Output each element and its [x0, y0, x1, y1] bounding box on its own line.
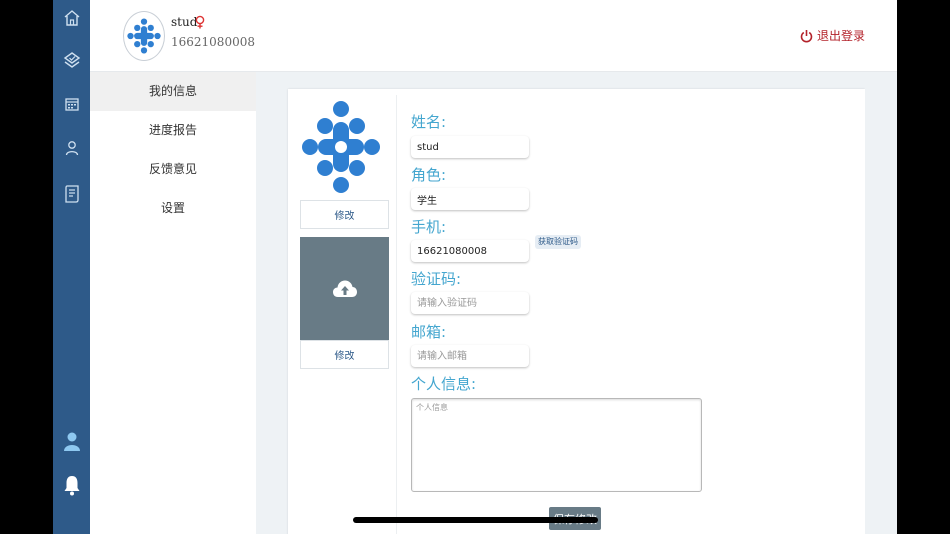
menu-item-progress-report[interactable]: 进度报告: [90, 111, 256, 150]
menu-item-my-info[interactable]: 我的信息: [90, 72, 256, 111]
side-menu: 我的信息 进度报告 反馈意见 设置: [90, 72, 256, 534]
cloud-upload-icon: [332, 280, 357, 297]
app-window: stud 16621080008 退出登录 我的信息 进度报告 反馈意见 设置: [53, 0, 897, 534]
rail-calendar-button[interactable]: [53, 86, 90, 122]
layers-icon: [63, 52, 80, 68]
role-input[interactable]: [411, 188, 529, 210]
edit-avatar-button[interactable]: 修改: [300, 200, 389, 229]
bell-icon: [64, 476, 79, 496]
rail-person-button[interactable]: [53, 130, 90, 166]
menu-item-settings[interactable]: 设置: [90, 189, 256, 228]
edit-cover-button[interactable]: 修改: [300, 340, 389, 369]
profile-card: 修改 修改 姓名: 角色: 手机: 获取验证码 验证码: 邮箱: 个人信息:: [288, 89, 865, 534]
rail-bell-button[interactable]: [53, 467, 90, 503]
code-input[interactable]: [411, 292, 529, 314]
profile-avatar: [298, 97, 384, 197]
rail-layers-button[interactable]: [53, 43, 90, 79]
header-phone: 16621080008: [171, 35, 255, 49]
bio-label: 个人信息:: [411, 375, 477, 393]
avatar[interactable]: [123, 11, 165, 61]
get-code-button[interactable]: 获取验证码: [535, 235, 581, 249]
form-panel: 姓名: 角色: 手机: 获取验证码 验证码: 邮箱: 个人信息:: [396, 95, 860, 534]
header-bar: stud 16621080008 退出登录: [90, 0, 897, 72]
name-input[interactable]: [411, 136, 529, 158]
right-gutter: [865, 72, 897, 534]
power-icon: [800, 29, 813, 42]
rail-user-button[interactable]: [53, 423, 90, 459]
code-label: 验证码:: [411, 270, 462, 288]
logo-icon: [302, 101, 380, 193]
logout-button[interactable]: 退出登录: [800, 27, 865, 44]
person-outline-icon: [65, 141, 78, 156]
name-label: 姓名:: [411, 113, 447, 131]
upload-area[interactable]: [300, 237, 389, 340]
female-icon: [195, 14, 205, 33]
user-icon: [63, 432, 80, 451]
logout-label: 退出登录: [816, 29, 865, 43]
menu-item-feedback[interactable]: 反馈意见: [90, 150, 256, 189]
logo-icon: [127, 18, 161, 54]
email-input[interactable]: [411, 345, 529, 367]
bio-input[interactable]: [411, 398, 702, 492]
role-label: 角色:: [411, 166, 447, 184]
home-icon: [64, 10, 79, 26]
rail-home-button[interactable]: [53, 0, 90, 36]
home-indicator: [353, 517, 598, 523]
calendar-icon: [64, 98, 79, 111]
email-label: 邮箱:: [411, 323, 447, 341]
phone-label: 手机:: [411, 218, 447, 236]
phone-input[interactable]: [411, 240, 529, 262]
document-icon: [64, 185, 79, 203]
header-username: stud: [171, 15, 198, 29]
rail-document-button[interactable]: [53, 176, 90, 212]
icon-rail: [53, 0, 90, 534]
